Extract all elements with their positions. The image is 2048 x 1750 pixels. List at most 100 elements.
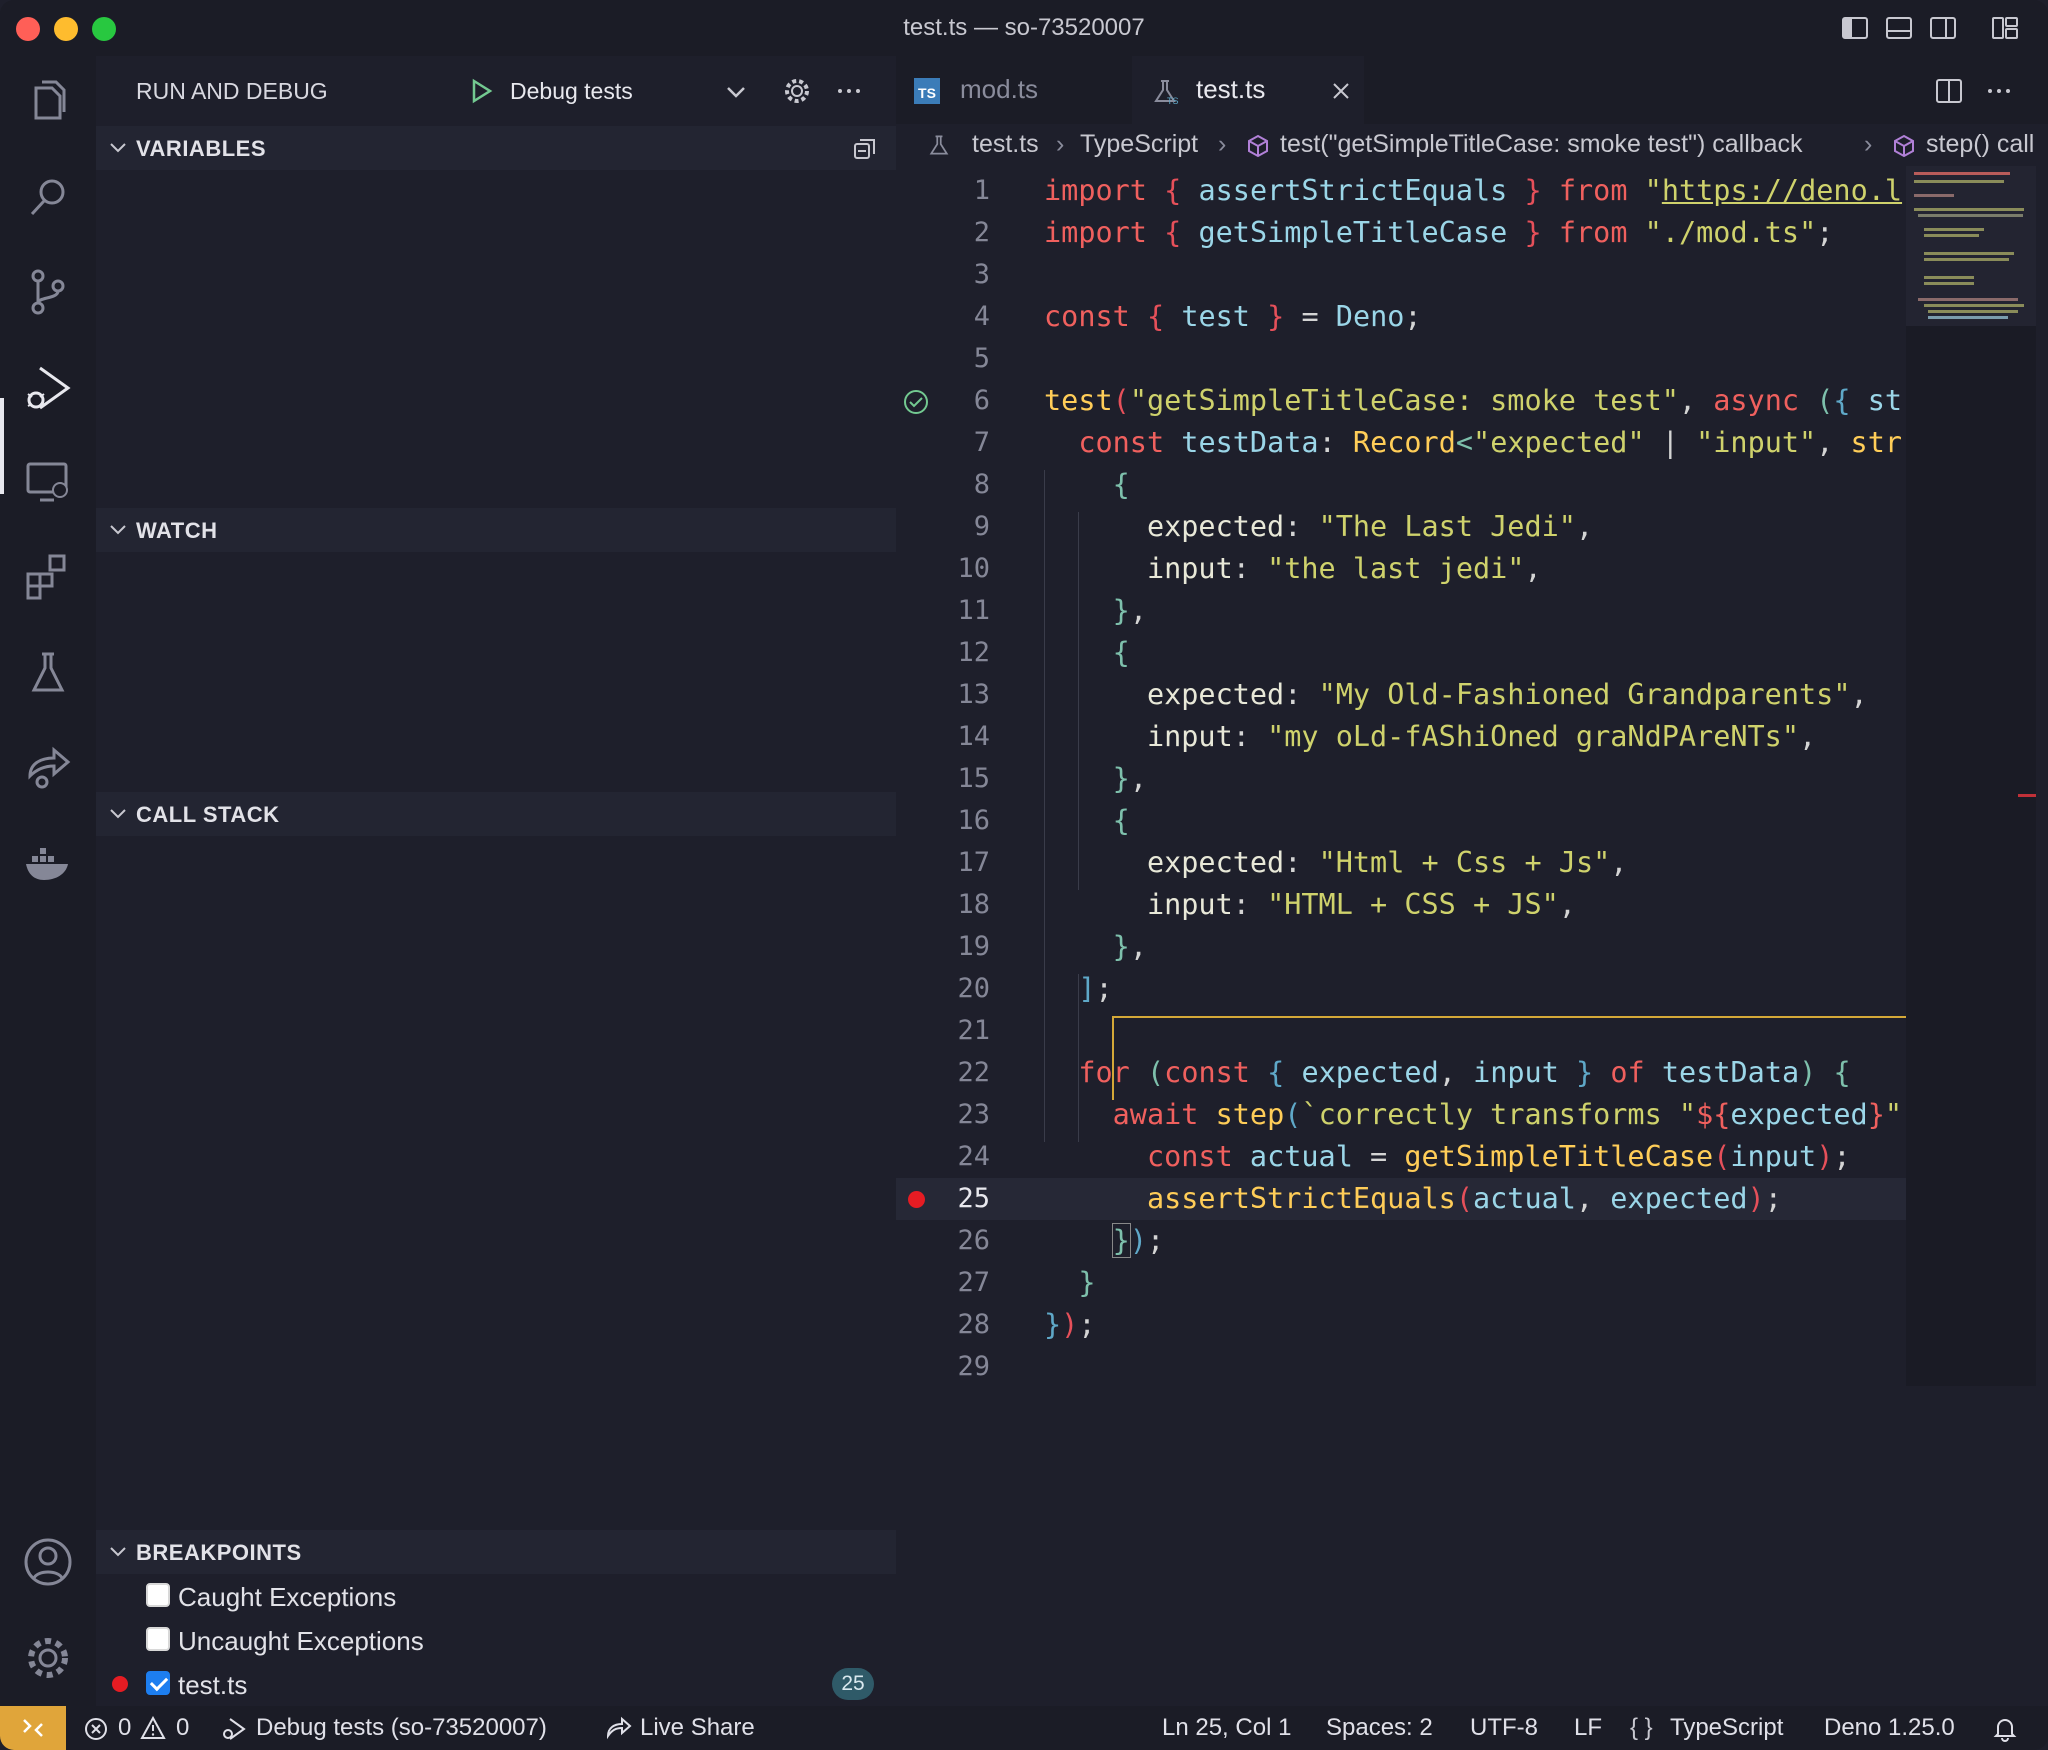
live-share-status[interactable]: Live Share [640, 1714, 755, 1742]
split-editor-icon[interactable] [1934, 76, 1964, 106]
breakpoints-section-label: BREAKPOINTS [136, 1540, 302, 1565]
breadcrumb-item-callback[interactable]: test("getSimpleTitleCase: smoke test") c… [1280, 130, 1803, 159]
code-line: 27 } [957, 1266, 1096, 1299]
sidebar-title: RUN AND DEBUG [136, 78, 328, 104]
indentation-status[interactable]: Spaces: 2 [1326, 1714, 1433, 1742]
breakpoint-label: test.ts [178, 1670, 248, 1700]
live-share-icon [606, 1716, 632, 1740]
breakpoint-caught-exceptions[interactable]: Caught Exceptions [96, 1574, 896, 1618]
code-line: 23 await step(`correctly transforms "${e… [957, 1098, 1903, 1131]
toggle-primary-sidebar-icon[interactable] [1840, 13, 1870, 43]
code-line: 15 }, [957, 762, 1147, 795]
code-line: 21 [957, 1015, 990, 1046]
close-tab-icon[interactable] [1330, 80, 1352, 102]
call-stack-section-header[interactable]: CALL STACK [96, 792, 896, 836]
explorer-icon[interactable] [20, 74, 76, 130]
title-bar: test.ts — so-73520007 [0, 0, 2048, 56]
accounts-icon[interactable] [20, 1534, 76, 1590]
notifications-bell-icon[interactable] [1992, 1716, 2018, 1742]
error-icon[interactable] [84, 1717, 108, 1741]
code-line: 2 import { getSimpleTitleCase } from "./m… [973, 216, 1834, 249]
code-line: 1 import { assertStrictEquals } from "htt… [973, 174, 1903, 207]
extensions-icon[interactable] [20, 548, 76, 604]
code-line: 11 }, [957, 594, 1147, 627]
search-icon[interactable] [20, 170, 76, 226]
code-line: 19 }, [957, 930, 1147, 963]
remote-indicator[interactable] [0, 1706, 66, 1750]
method-cube-icon [1248, 134, 1268, 158]
test-ts-breakpoint-checkbox[interactable] [146, 1671, 170, 1695]
breakpoint-dot-icon [112, 1676, 128, 1692]
code-line: 13 expected: "My Old-Fashioned Grandpare… [957, 678, 1868, 711]
start-debugging-icon[interactable] [468, 78, 494, 104]
live-share-icon[interactable] [20, 740, 76, 796]
code-line: 24 const actual = getSimpleTitleCase(inp… [957, 1140, 1851, 1173]
code-line: 4 const { test } = Deno; [973, 300, 1422, 333]
warning-count[interactable]: 0 [176, 1714, 189, 1742]
code-line: 16 { [957, 804, 1130, 837]
editor-more-actions-icon[interactable] [1984, 76, 2014, 106]
collapse-all-icon[interactable] [852, 136, 878, 162]
breakpoint-line-badge: 25 [832, 1668, 874, 1700]
status-bar: 0 0 Debug tests (so-73520007) Live Share… [0, 1706, 2048, 1750]
tab-test-ts[interactable]: TS test.ts [1132, 56, 1364, 124]
run-and-debug-icon[interactable] [20, 360, 76, 416]
language-mode[interactable]: TypeScript [1670, 1714, 1783, 1742]
breakpoints-section-header[interactable]: BREAKPOINTS [96, 1530, 896, 1574]
breadcrumb-item-language[interactable]: TypeScript [1080, 130, 1198, 159]
chevron-down-icon[interactable] [724, 80, 748, 104]
debug-config-select[interactable]: Debug tests [510, 78, 633, 105]
breakpoint-label: Caught Exceptions [178, 1582, 397, 1612]
tab-label: test.ts [1196, 74, 1266, 104]
breakpoint-test-ts[interactable]: test.ts 25 [96, 1662, 896, 1706]
warning-icon[interactable] [140, 1716, 166, 1740]
code-line: 20 ]; [957, 972, 1113, 1005]
manage-gear-icon[interactable] [20, 1630, 76, 1686]
minimap-line [1924, 304, 2024, 307]
encoding-status[interactable]: UTF-8 [1470, 1714, 1538, 1742]
deno-version[interactable]: Deno 1.25.0 [1824, 1714, 1955, 1742]
breakpoint-uncaught-exceptions[interactable]: Uncaught Exceptions [96, 1618, 896, 1662]
debug-icon [223, 1718, 246, 1740]
toggle-panel-icon[interactable] [1884, 13, 1914, 43]
uncaught-exceptions-checkbox[interactable] [146, 1627, 170, 1651]
eol-status[interactable]: LF [1574, 1714, 1602, 1742]
code-line: 3 [973, 259, 990, 290]
watch-section-header[interactable]: WATCH [96, 508, 896, 552]
toggle-secondary-sidebar-icon[interactable] [1928, 13, 1958, 43]
source-control-icon[interactable] [20, 264, 76, 320]
variables-section-label: VARIABLES [136, 136, 266, 161]
code-line-current: 25 assertStrictEquals(actual, expected); [896, 1178, 1906, 1220]
more-actions-icon[interactable] [834, 76, 864, 106]
breadcrumb-item-step[interactable]: step() call [1926, 130, 2034, 159]
minimap-line [1924, 234, 1979, 237]
svg-text:TS: TS [1167, 96, 1179, 106]
variables-section-header[interactable]: VARIABLES [96, 126, 896, 170]
caught-exceptions-checkbox[interactable] [146, 1583, 170, 1607]
open-launch-json-gear-icon[interactable] [782, 76, 812, 106]
breadcrumb-item-file[interactable]: test.ts [972, 130, 1039, 159]
debug-session-status[interactable]: Debug tests (so-73520007) [256, 1714, 547, 1742]
minimap-line [1918, 298, 2018, 301]
error-count[interactable]: 0 [118, 1714, 131, 1742]
minimap-line [1914, 194, 1954, 197]
remote-window-icon [23, 1719, 43, 1737]
customize-layout-icon[interactable] [1990, 13, 2020, 43]
watch-section-label: WATCH [136, 518, 218, 543]
minimap-line [1924, 258, 2009, 261]
docker-icon[interactable] [20, 834, 76, 890]
cursor-position[interactable]: Ln 25, Col 1 [1162, 1714, 1291, 1742]
tab-mod-ts[interactable]: TS mod.ts [896, 56, 1132, 124]
remote-explorer-icon[interactable] [20, 454, 76, 510]
breadcrumb-separator-icon: › [1218, 130, 1227, 158]
editor-area: TS mod.ts TS test.ts test.ts › TypeScrip… [896, 56, 2048, 1706]
testing-icon[interactable] [20, 644, 76, 700]
code-line: 5 [973, 343, 990, 374]
activity-bar [0, 56, 96, 1706]
code-line: 12 { [957, 636, 1130, 669]
method-cube-icon [1894, 134, 1914, 158]
minimap-breakpoint-marker [2018, 794, 2036, 797]
code-editor[interactable]: 1 import { assertStrictEquals } from "htt… [896, 170, 1906, 1390]
minimap[interactable] [1906, 166, 2036, 1386]
code-line: 22 for (const { expected, input } of tes… [957, 1056, 1851, 1089]
